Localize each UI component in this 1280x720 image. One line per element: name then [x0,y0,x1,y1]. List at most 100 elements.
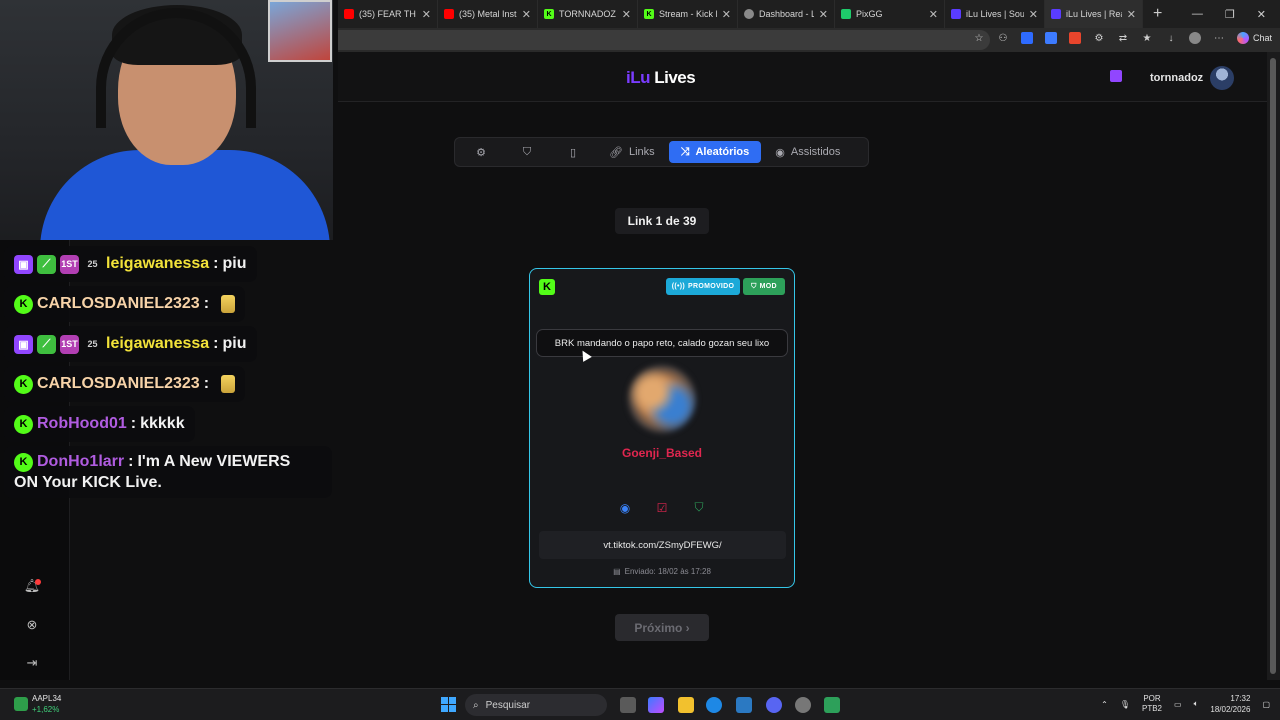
speaker-icon[interactable]: 🔈︎ [1194,699,1199,709]
tab-label: iLu Lives | Sound [966,9,1024,19]
sword-badge-icon: ⟋ [37,254,56,274]
stock-widget[interactable]: AAPL34 +1,62% [32,693,61,715]
browser-tab[interactable]: (35) FEAR TH ✕ [338,0,438,28]
folder-icon[interactable] [678,697,694,713]
minimize-icon[interactable]: — [1192,8,1203,21]
twitch-icon: ▣ [14,334,33,354]
browser-tab[interactable]: PixGG ✕ [835,0,945,28]
discord-icon[interactable] [766,697,782,713]
chat-username: DonHo1larr [37,453,125,470]
close-window-icon[interactable]: ✕ [1257,8,1266,21]
check-square-icon[interactable]: ☑ [656,501,669,515]
sender-name[interactable]: Goenji_Based [530,446,794,460]
favorites-icon[interactable]: ★ [1141,32,1153,44]
notifications-icon[interactable]: ▢ [1262,700,1270,709]
tab-watched[interactable]: ◉ Assistidos [763,141,852,163]
chat-text-continued: ON Your KICK Live. [14,473,162,491]
chat-message: ▣ ⟋ 1ST 25 leigawanessa: piu [4,246,257,282]
tab-moderation[interactable]: ⛉ [505,141,549,163]
link-url[interactable]: vt.tiktok.com/ZSmyDFEWG/ [539,531,786,559]
site-header: iLu Lives tornnadoz [338,52,1267,102]
profile-icon[interactable] [1188,32,1201,44]
close-icon[interactable]: ✕ [819,8,828,21]
bookmark-icon: ▯ [569,146,577,159]
microphone-icon[interactable]: 🎙︎ [1120,700,1130,709]
screen: 🔔︎ ⊗ ⇥ ▣ ⟋ 1ST 25 leigawanessa: piu K CA… [0,0,1280,720]
search-placeholder: Pesquisar [485,699,531,711]
twitch-icon[interactable] [1110,70,1122,82]
browser-tab[interactable]: (35) Metal Instru ✕ [438,0,538,28]
copilot-chat-button[interactable]: Chat [1236,32,1272,44]
close-icon[interactable]: ✕ [1029,8,1038,21]
edge-icon[interactable] [706,697,722,713]
browser-tab[interactable]: K Stream - Kick Da ✕ [638,0,738,28]
chevron-up-icon[interactable]: ⌃ [1101,700,1108,709]
url-input[interactable] [338,30,990,50]
avatar[interactable] [1210,66,1234,90]
clock[interactable]: 17:32 18/02/2026 [1210,693,1250,715]
stock-change: +1,62% [32,705,60,714]
taskbar: AAPL34 +1,62% ⌕ Pesquisar ⌃ 🎙︎ POR PTB2 … [0,688,1280,720]
close-icon[interactable]: ✕ [422,8,431,21]
tab-label: Stream - Kick Da [659,9,717,19]
tab-label: Assistidos [790,146,841,158]
next-button[interactable]: Próximo › [615,614,709,641]
link-icon: 🔗︎ [609,146,623,159]
emote-icon [221,295,236,313]
scroll-thumb[interactable] [1270,58,1276,674]
download-icon[interactable]: ↓ [1165,32,1177,44]
ilu-icon [951,9,961,19]
shield-icon[interactable]: ⛉ [693,500,706,514]
translate-icon[interactable] [1044,32,1057,44]
stock-up-icon [14,697,28,711]
extension-icon[interactable]: ⚇ [997,32,1009,44]
chat-overlay: ▣ ⟋ 1ST 25 leigawanessa: piu K CARLOSDAN… [0,240,338,680]
close-icon[interactable]: ✕ [622,8,631,21]
puzzle-icon[interactable]: ⚙ [1093,32,1105,44]
menu-icon[interactable]: ⋯ [1213,32,1225,44]
close-icon[interactable]: ✕ [929,8,938,21]
eye-icon[interactable]: ◉ [619,501,632,515]
office-icon[interactable] [1068,32,1081,44]
star-icon[interactable]: ☆ [973,32,985,44]
tab-random[interactable]: ⤨ Aleatórios [668,141,762,163]
link-card: K ((•)) PROMOVIDO ⛉ MOD BRK mandando o p… [529,268,795,588]
task-view-icon[interactable] [620,697,636,713]
shield-extension-icon[interactable] [1020,32,1033,44]
restore-icon[interactable]: ❐ [1225,8,1235,21]
kick-icon: K [539,279,555,295]
browser-tab[interactable]: K TORNNADOZ Str ✕ [538,0,638,28]
site-logo[interactable]: iLu Lives [626,68,696,88]
year-badge: 25 [87,259,98,269]
app-icon[interactable] [824,697,840,713]
new-tab-button[interactable]: + [1143,5,1172,23]
webcam-overlay [0,0,333,240]
kick-icon: K [14,414,33,434]
browser-tab-active[interactable]: iLu Lives | React ✕ [1045,0,1143,28]
store-icon[interactable] [736,697,752,713]
youtube-icon [444,9,454,19]
display-icon[interactable]: ▭ [1174,700,1182,709]
chat-text: kkkkk [140,415,185,432]
chat-message: K RobHood01: kkkkk [4,406,195,442]
kick-icon: K [14,294,33,314]
windows-start-icon[interactable] [441,697,456,712]
settings-icon[interactable] [795,697,811,713]
tab-links[interactable]: 🔗︎ Links [597,141,667,163]
close-icon[interactable]: ✕ [522,8,531,21]
chat-username: leigawanessa [106,335,210,352]
tab-settings[interactable]: ⚙ [459,141,503,163]
browser-tab[interactable]: Dashboard - Live ✕ [738,0,835,28]
tab-saved[interactable]: ▯ [551,141,595,163]
close-icon[interactable]: ✕ [722,8,731,21]
close-icon[interactable]: ✕ [1127,8,1136,21]
language-indicator[interactable]: POR PTB2 [1142,694,1162,714]
browser-tab[interactable]: iLu Lives | Sound ✕ [945,0,1045,28]
username[interactable]: tornnadoz [1150,72,1203,84]
page-scrollbar[interactable] [1267,52,1280,680]
taskbar-search[interactable]: ⌕ Pesquisar [465,694,607,716]
copilot-icon[interactable] [648,697,664,713]
chat-text: I'm A New VIEWERS [137,453,291,470]
split-icon[interactable]: ⇄ [1117,32,1129,44]
system-tray: ⌃ 🎙︎ POR PTB2 ▭ 🔈︎ 17:32 18/02/2026 ▢ [1101,693,1270,715]
